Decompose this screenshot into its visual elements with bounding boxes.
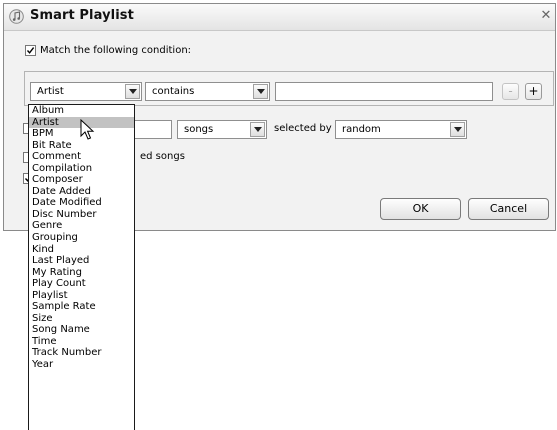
selected-by-value: random (342, 124, 381, 135)
remove-rule-button[interactable]: - (502, 83, 519, 100)
chevron-down-icon[interactable] (253, 84, 268, 99)
limit-unit-value: songs (184, 124, 214, 135)
match-condition-checkbox[interactable] (25, 45, 36, 56)
field-option[interactable]: Comment (29, 151, 134, 163)
field-option[interactable]: Genre (29, 220, 134, 232)
checked-songs-label: ed songs (140, 151, 185, 162)
dialog-title: Smart Playlist (30, 8, 134, 23)
field-option[interactable]: Song Name (29, 324, 134, 336)
field-option[interactable]: My Rating (29, 267, 134, 279)
limit-unit-select[interactable]: songs (177, 120, 267, 139)
mouse-pointer-icon (80, 119, 95, 140)
field-option[interactable]: Last Played (29, 255, 134, 267)
field-option[interactable]: Playlist (29, 290, 134, 302)
field-option[interactable]: Play Count (29, 278, 134, 290)
operator-select[interactable]: contains (145, 82, 270, 101)
match-condition-label: Match the following condition: (40, 45, 192, 56)
rule-value-input[interactable] (275, 82, 493, 101)
field-select-value: Artist (37, 86, 64, 97)
operator-select-value: contains (152, 86, 195, 97)
close-icon[interactable]: ✕ (539, 9, 553, 23)
field-option[interactable]: Disc Number (29, 209, 134, 221)
field-select[interactable]: Artist (30, 82, 142, 101)
field-option[interactable]: Compilation (29, 163, 134, 175)
field-option[interactable]: Grouping (29, 232, 134, 244)
field-option[interactable]: Composer (29, 174, 134, 186)
field-option[interactable]: Bit Rate (29, 140, 134, 152)
field-option[interactable]: Kind (29, 244, 134, 256)
chevron-down-icon[interactable] (450, 122, 465, 137)
chevron-down-icon[interactable] (125, 84, 140, 99)
field-option[interactable]: Album (29, 105, 134, 117)
cancel-button[interactable]: Cancel (468, 198, 549, 220)
field-option[interactable]: Sample Rate (29, 301, 134, 313)
field-option[interactable]: Size (29, 313, 134, 325)
title-bar[interactable]: Smart Playlist ✕ (4, 4, 555, 31)
field-options-list: Album Artist BPM Bit Rate Comment Compilation… (29, 105, 134, 371)
music-note-icon (9, 9, 24, 24)
chevron-down-icon[interactable] (250, 122, 265, 137)
add-rule-button[interactable]: + (525, 83, 542, 100)
field-option[interactable]: Year (29, 359, 134, 371)
ok-button[interactable]: OK (380, 198, 461, 220)
field-option[interactable]: Date Added (29, 186, 134, 198)
field-option[interactable]: Time (29, 336, 134, 348)
field-dropdown-list[interactable]: Album Artist BPM Bit Rate Comment Compilation… (28, 104, 135, 430)
field-option[interactable]: Track Number (29, 347, 134, 359)
field-option[interactable]: Date Modified (29, 197, 134, 209)
selected-by-label: selected by (274, 123, 332, 134)
selected-by-select[interactable]: random (335, 120, 467, 139)
